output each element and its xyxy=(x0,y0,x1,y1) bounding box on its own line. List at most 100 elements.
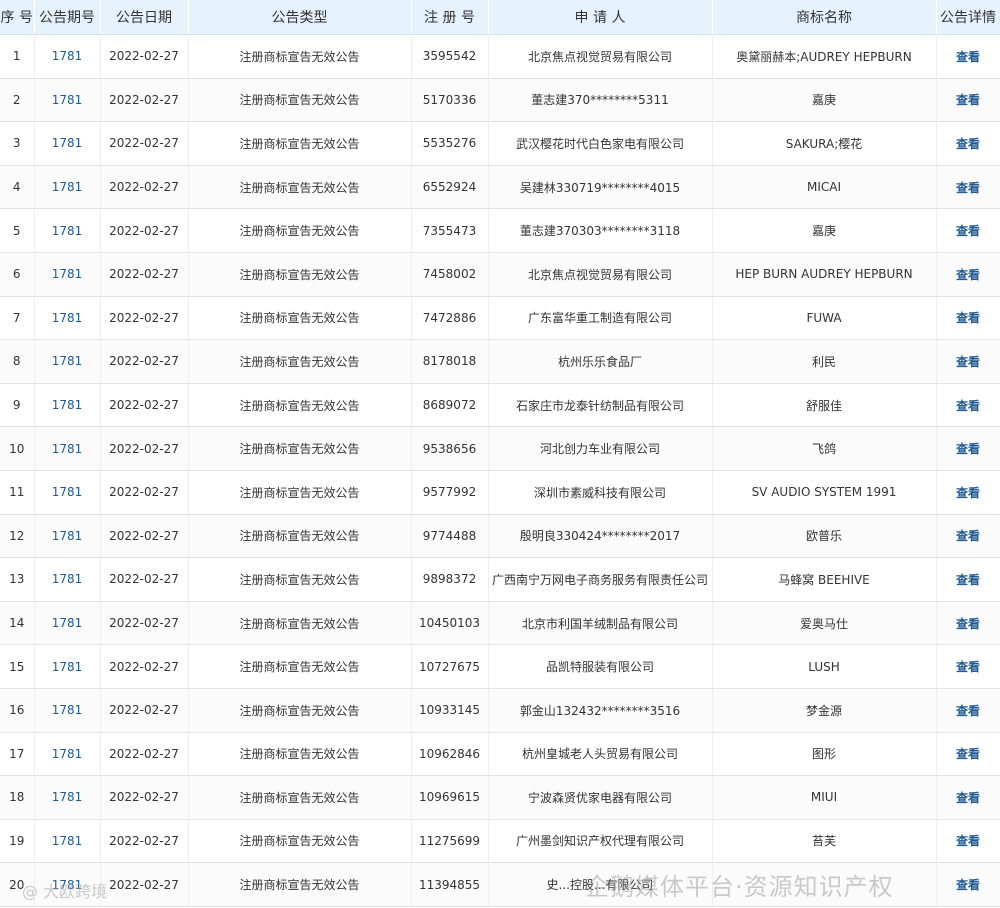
row-date: 2022-02-27 xyxy=(100,34,189,79)
table-row: 19 1781 2022-02-27 注册商标宣告无效公告 11275699 广州墨剑知识… xyxy=(0,819,1000,864)
row-seq: 17 xyxy=(0,732,35,777)
row-trademark: 苔芙 xyxy=(712,819,937,864)
row-seq: 15 xyxy=(0,644,35,689)
row-applicant: 北京焦点视觉贸易有限公司 xyxy=(488,34,713,79)
row-date: 2022-02-27 xyxy=(100,819,189,864)
view-detail-link[interactable]: 查看 xyxy=(936,339,1000,384)
row-trademark: LUSH xyxy=(712,644,937,689)
row-type: 注册商标宣告无效公告 xyxy=(188,514,412,559)
row-reg-no: 5535276 xyxy=(411,121,489,166)
row-applicant: 河北创力车业有限公司 xyxy=(488,426,713,471)
view-detail-link[interactable]: 查看 xyxy=(936,732,1000,777)
row-applicant: 广州墨剑知识产权代理有限公司 xyxy=(488,819,713,864)
row-issue: 1781 xyxy=(34,688,101,733)
row-reg-no: 10727675 xyxy=(411,644,489,689)
row-issue: 1781 xyxy=(34,732,101,777)
header-type: 公告类型 xyxy=(188,0,412,35)
view-detail-link[interactable]: 查看 xyxy=(936,121,1000,166)
row-applicant: 史...控股...有限公司 xyxy=(488,862,713,907)
row-date: 2022-02-27 xyxy=(100,296,189,341)
row-reg-no: 7472886 xyxy=(411,296,489,341)
table-row: 14 1781 2022-02-27 注册商标宣告无效公告 10450103 北京市利国羊… xyxy=(0,601,1000,646)
header-issue: 公告期号 xyxy=(34,0,101,35)
view-detail-link[interactable]: 查看 xyxy=(936,296,1000,341)
row-type: 注册商标宣告无效公告 xyxy=(188,775,412,820)
row-trademark: SV AUDIO SYSTEM 1991 xyxy=(712,470,937,515)
row-date: 2022-02-27 xyxy=(100,208,189,253)
row-trademark: 梦金源 xyxy=(712,688,937,733)
view-detail-link[interactable]: 查看 xyxy=(936,862,1000,907)
table-row: 10 1781 2022-02-27 注册商标宣告无效公告 9538656 河北创力车业有… xyxy=(0,426,1000,471)
row-seq: 2 xyxy=(0,78,35,123)
row-trademark: HEP BURN AUDREY HEPBURN xyxy=(712,252,937,297)
row-date: 2022-02-27 xyxy=(100,121,189,166)
row-reg-no: 10450103 xyxy=(411,601,489,646)
row-applicant: 北京焦点视觉贸易有限公司 xyxy=(488,252,713,297)
table-row: 11 1781 2022-02-27 注册商标宣告无效公告 9577992 深圳市素威科技… xyxy=(0,470,1000,515)
view-detail-link[interactable]: 查看 xyxy=(936,252,1000,297)
row-seq: 18 xyxy=(0,775,35,820)
row-reg-no: 7458002 xyxy=(411,252,489,297)
row-reg-no: 7355473 xyxy=(411,208,489,253)
row-seq: 5 xyxy=(0,208,35,253)
row-date: 2022-02-27 xyxy=(100,78,189,123)
row-applicant: 深圳市素威科技有限公司 xyxy=(488,470,713,515)
row-trademark: MICAI xyxy=(712,165,937,210)
row-reg-no: 10933145 xyxy=(411,688,489,733)
view-detail-link[interactable]: 查看 xyxy=(936,383,1000,428)
row-type: 注册商标宣告无效公告 xyxy=(188,34,412,79)
row-seq: 3 xyxy=(0,121,35,166)
view-detail-link[interactable]: 查看 xyxy=(936,775,1000,820)
header-seq: 序 号 xyxy=(0,0,35,35)
view-detail-link[interactable]: 查看 xyxy=(936,208,1000,253)
header-detail: 公告详情 xyxy=(936,0,1000,35)
row-type: 注册商标宣告无效公告 xyxy=(188,819,412,864)
row-date: 2022-02-27 xyxy=(100,339,189,384)
view-detail-link[interactable]: 查看 xyxy=(936,819,1000,864)
row-trademark: 欧普乐 xyxy=(712,514,937,559)
row-type: 注册商标宣告无效公告 xyxy=(188,688,412,733)
view-detail-link[interactable]: 查看 xyxy=(936,644,1000,689)
view-detail-link[interactable]: 查看 xyxy=(936,426,1000,471)
row-seq: 19 xyxy=(0,819,35,864)
view-detail-link[interactable]: 查看 xyxy=(936,557,1000,602)
row-applicant: 杭州乐乐食品厂 xyxy=(488,339,713,384)
row-seq: 14 xyxy=(0,601,35,646)
view-detail-link[interactable]: 查看 xyxy=(936,165,1000,210)
row-issue: 1781 xyxy=(34,644,101,689)
table-row: 20 1781 2022-02-27 注册商标宣告无效公告 11394855 史...控股… xyxy=(0,862,1000,907)
row-reg-no: 9898372 xyxy=(411,557,489,602)
row-seq: 20 xyxy=(0,862,35,907)
row-type: 注册商标宣告无效公告 xyxy=(188,557,412,602)
row-trademark: FUWA xyxy=(712,296,937,341)
view-detail-link[interactable]: 查看 xyxy=(936,601,1000,646)
view-detail-link[interactable]: 查看 xyxy=(936,514,1000,559)
row-type: 注册商标宣告无效公告 xyxy=(188,121,412,166)
row-type: 注册商标宣告无效公告 xyxy=(188,208,412,253)
row-issue: 1781 xyxy=(34,775,101,820)
row-reg-no: 10962846 xyxy=(411,732,489,777)
row-trademark: 爱奥马仕 xyxy=(712,601,937,646)
row-applicant: 石家庄市龙泰针纺制品有限公司 xyxy=(488,383,713,428)
row-date: 2022-02-27 xyxy=(100,775,189,820)
row-issue: 1781 xyxy=(34,78,101,123)
row-type: 注册商标宣告无效公告 xyxy=(188,78,412,123)
row-applicant: 宁波森贤优家电器有限公司 xyxy=(488,775,713,820)
row-type: 注册商标宣告无效公告 xyxy=(188,252,412,297)
view-detail-link[interactable]: 查看 xyxy=(936,34,1000,79)
table-row: 12 1781 2022-02-27 注册商标宣告无效公告 9774488 殷明良3304… xyxy=(0,514,1000,559)
row-date: 2022-02-27 xyxy=(100,426,189,471)
row-issue: 1781 xyxy=(34,514,101,559)
row-issue: 1781 xyxy=(34,383,101,428)
row-applicant: 吴建林330719********4015 xyxy=(488,165,713,210)
row-reg-no: 10969615 xyxy=(411,775,489,820)
row-type: 注册商标宣告无效公告 xyxy=(188,644,412,689)
row-trademark: MIUI xyxy=(712,775,937,820)
view-detail-link[interactable]: 查看 xyxy=(936,688,1000,733)
row-issue: 1781 xyxy=(34,819,101,864)
row-date: 2022-02-27 xyxy=(100,644,189,689)
view-detail-link[interactable]: 查看 xyxy=(936,470,1000,515)
row-type: 注册商标宣告无效公告 xyxy=(188,383,412,428)
row-date: 2022-02-27 xyxy=(100,732,189,777)
view-detail-link[interactable]: 查看 xyxy=(936,78,1000,123)
